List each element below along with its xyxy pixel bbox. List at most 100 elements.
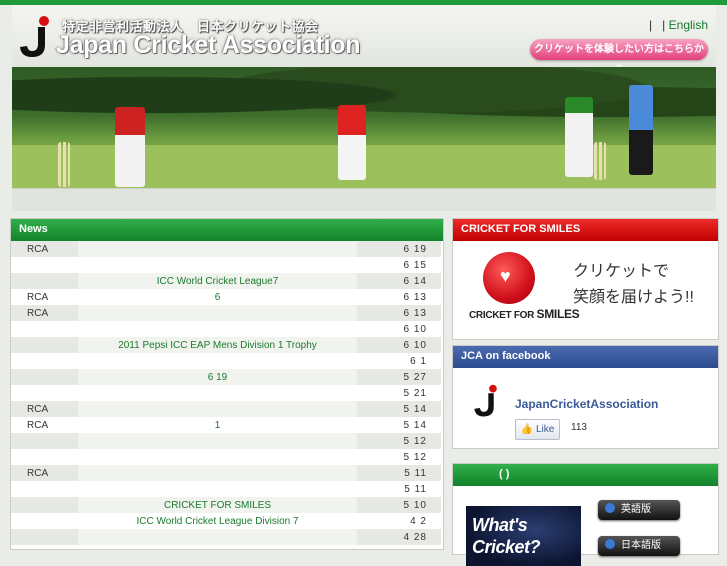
news-row: RCA 6 6 13 (11, 289, 441, 305)
news-date: 6 13 (357, 305, 441, 321)
news-title-link[interactable]: 6 (78, 289, 357, 305)
news-row: ICC World Cricket League Division 7 4 2 (11, 513, 441, 529)
news-source (11, 497, 78, 513)
news-title-link[interactable]: 6 19 (77, 369, 358, 385)
news-row: RCA 6 13 (11, 305, 441, 321)
hero-banner-image (12, 67, 716, 188)
news-date: 6 14 (357, 273, 441, 289)
news-source (11, 257, 78, 273)
news-date: 5 12 (403, 451, 427, 463)
news-title-link[interactable] (78, 385, 357, 401)
cfs-heading: CRICKET FOR SMILES (453, 219, 718, 241)
news-source (11, 513, 78, 529)
news-title-link[interactable]: 2011 Pepsi ICC EAP Mens Division 1 Troph… (77, 337, 358, 353)
news-source: RCA (11, 465, 78, 481)
news-title-link[interactable] (77, 401, 358, 417)
news-date: 6 1 (410, 355, 427, 367)
facebook-body: JapanCricketAssociation 👍 Like 113 (453, 370, 718, 442)
news-source (11, 273, 78, 289)
news-date: 5 27 (357, 369, 441, 385)
news-title-link[interactable] (78, 449, 357, 465)
news-source: RCA (11, 241, 78, 257)
news-row: 5 12 (11, 433, 441, 449)
news-row: 6 15 (11, 257, 441, 273)
cricket-ball-heart-icon: ♥ (483, 252, 535, 304)
video-body: What's Cricket? 英語版 日本語版 (453, 488, 718, 566)
news-source (11, 481, 78, 497)
news-row: RCA 5 11 (11, 465, 441, 481)
news-source (11, 449, 78, 465)
news-date: 6 15 (403, 259, 427, 271)
news-heading: News (11, 219, 443, 241)
try-cricket-button[interactable]: クリケットを体験したい方はこちらから (530, 39, 708, 76)
cfs-banner[interactable]: ♥ CRICKET FOR SMILES クリケットで 笑顔を届けよう!! (453, 243, 718, 327)
news-date: 5 11 (404, 483, 427, 495)
news-source: RCA (27, 419, 49, 431)
play-icon (605, 503, 615, 513)
facebook-page-link[interactable]: JapanCricketAssociation (515, 397, 658, 411)
news-title-link[interactable] (77, 241, 358, 257)
news-title-link[interactable] (77, 529, 358, 545)
news-source (11, 353, 78, 369)
news-source (11, 321, 78, 337)
news-row: 5 12 (11, 449, 441, 465)
news-date: 5 14 (357, 401, 441, 417)
news-title-link[interactable]: CRICKET FOR SMILES (77, 497, 358, 513)
video-panel: ( ) What's Cricket? 英語版 日本語版 (452, 463, 719, 566)
like-count: 113 (571, 422, 587, 433)
news-row: 2011 Pepsi ICC EAP Mens Division 1 Troph… (11, 337, 441, 353)
news-source: RCA (27, 291, 49, 303)
news-date: 5 12 (357, 433, 441, 449)
news-title-link[interactable] (77, 433, 358, 449)
news-source (11, 529, 78, 545)
news-title-link[interactable] (78, 481, 357, 497)
news-row: 6 10 (11, 321, 441, 337)
wicket-left-figure (58, 142, 70, 187)
news-source (11, 433, 78, 449)
news-title-link[interactable] (77, 465, 358, 481)
news-row: CRICKET FOR SMILES 5 10 (11, 497, 441, 513)
news-row: 6 1 (11, 353, 441, 369)
news-panel: News RCA 6 19 6 15 ICC World Cricket League… (10, 218, 444, 550)
news-date: 6 13 (403, 291, 427, 303)
english-link[interactable]: English (669, 18, 708, 32)
news-title-link[interactable]: 1 (78, 417, 357, 433)
news-title-link[interactable] (77, 305, 358, 321)
news-source (11, 337, 78, 353)
news-title-link[interactable]: ICC World Cricket League Division 7 (78, 513, 357, 529)
news-title-link[interactable] (78, 321, 357, 337)
news-row: 6 19 5 27 (11, 369, 441, 385)
thumbs-up-icon: 👍 (520, 424, 534, 435)
news-row: RCA 1 5 14 (11, 417, 441, 433)
news-date: 5 10 (357, 497, 441, 513)
facebook-heading: JCA on facebook (453, 346, 718, 368)
news-row: RCA 5 14 (11, 401, 441, 417)
video-japanese-button[interactable]: 日本語版 (598, 536, 680, 556)
news-row: ICC World Cricket League7 6 14 (11, 273, 441, 289)
batsman-figure (115, 107, 145, 187)
news-date: 6 10 (357, 337, 441, 353)
news-source: RCA (11, 305, 78, 321)
news-date: 5 21 (403, 387, 427, 399)
lang-separator: | (662, 18, 666, 32)
video-heading: ( ) (453, 464, 718, 486)
news-date: 6 10 (403, 323, 427, 335)
heart-icon: ♥ (500, 266, 511, 286)
news-title-link[interactable]: ICC World Cricket League7 (77, 273, 358, 289)
cfs-slogan: クリケットで 笑顔を届けよう!! (573, 259, 694, 311)
video-english-button[interactable]: 英語版 (598, 500, 680, 520)
news-title-link[interactable] (78, 257, 357, 273)
news-date: 5 11 (357, 465, 441, 481)
whats-cricket-thumbnail[interactable]: What's Cricket? (466, 506, 581, 566)
org-name-english[interactable]: Japan Cricket Association (56, 31, 360, 60)
news-table: RCA 6 19 6 15 ICC World Cricket League7 6 14… (11, 241, 441, 545)
jca-fb-logo-icon[interactable] (469, 384, 503, 418)
wicket-right-figure (594, 142, 606, 180)
facebook-panel: JCA on facebook JapanCricketAssociation … (452, 345, 719, 449)
facebook-like-button[interactable]: 👍 Like (515, 419, 560, 440)
cfs-brand-text: CRICKET FOR SMILES (469, 307, 580, 321)
umpire-figure (629, 85, 653, 175)
hero-footer-strip (12, 188, 716, 211)
news-title-link[interactable] (78, 353, 357, 369)
jca-logo-icon[interactable] (18, 15, 52, 59)
